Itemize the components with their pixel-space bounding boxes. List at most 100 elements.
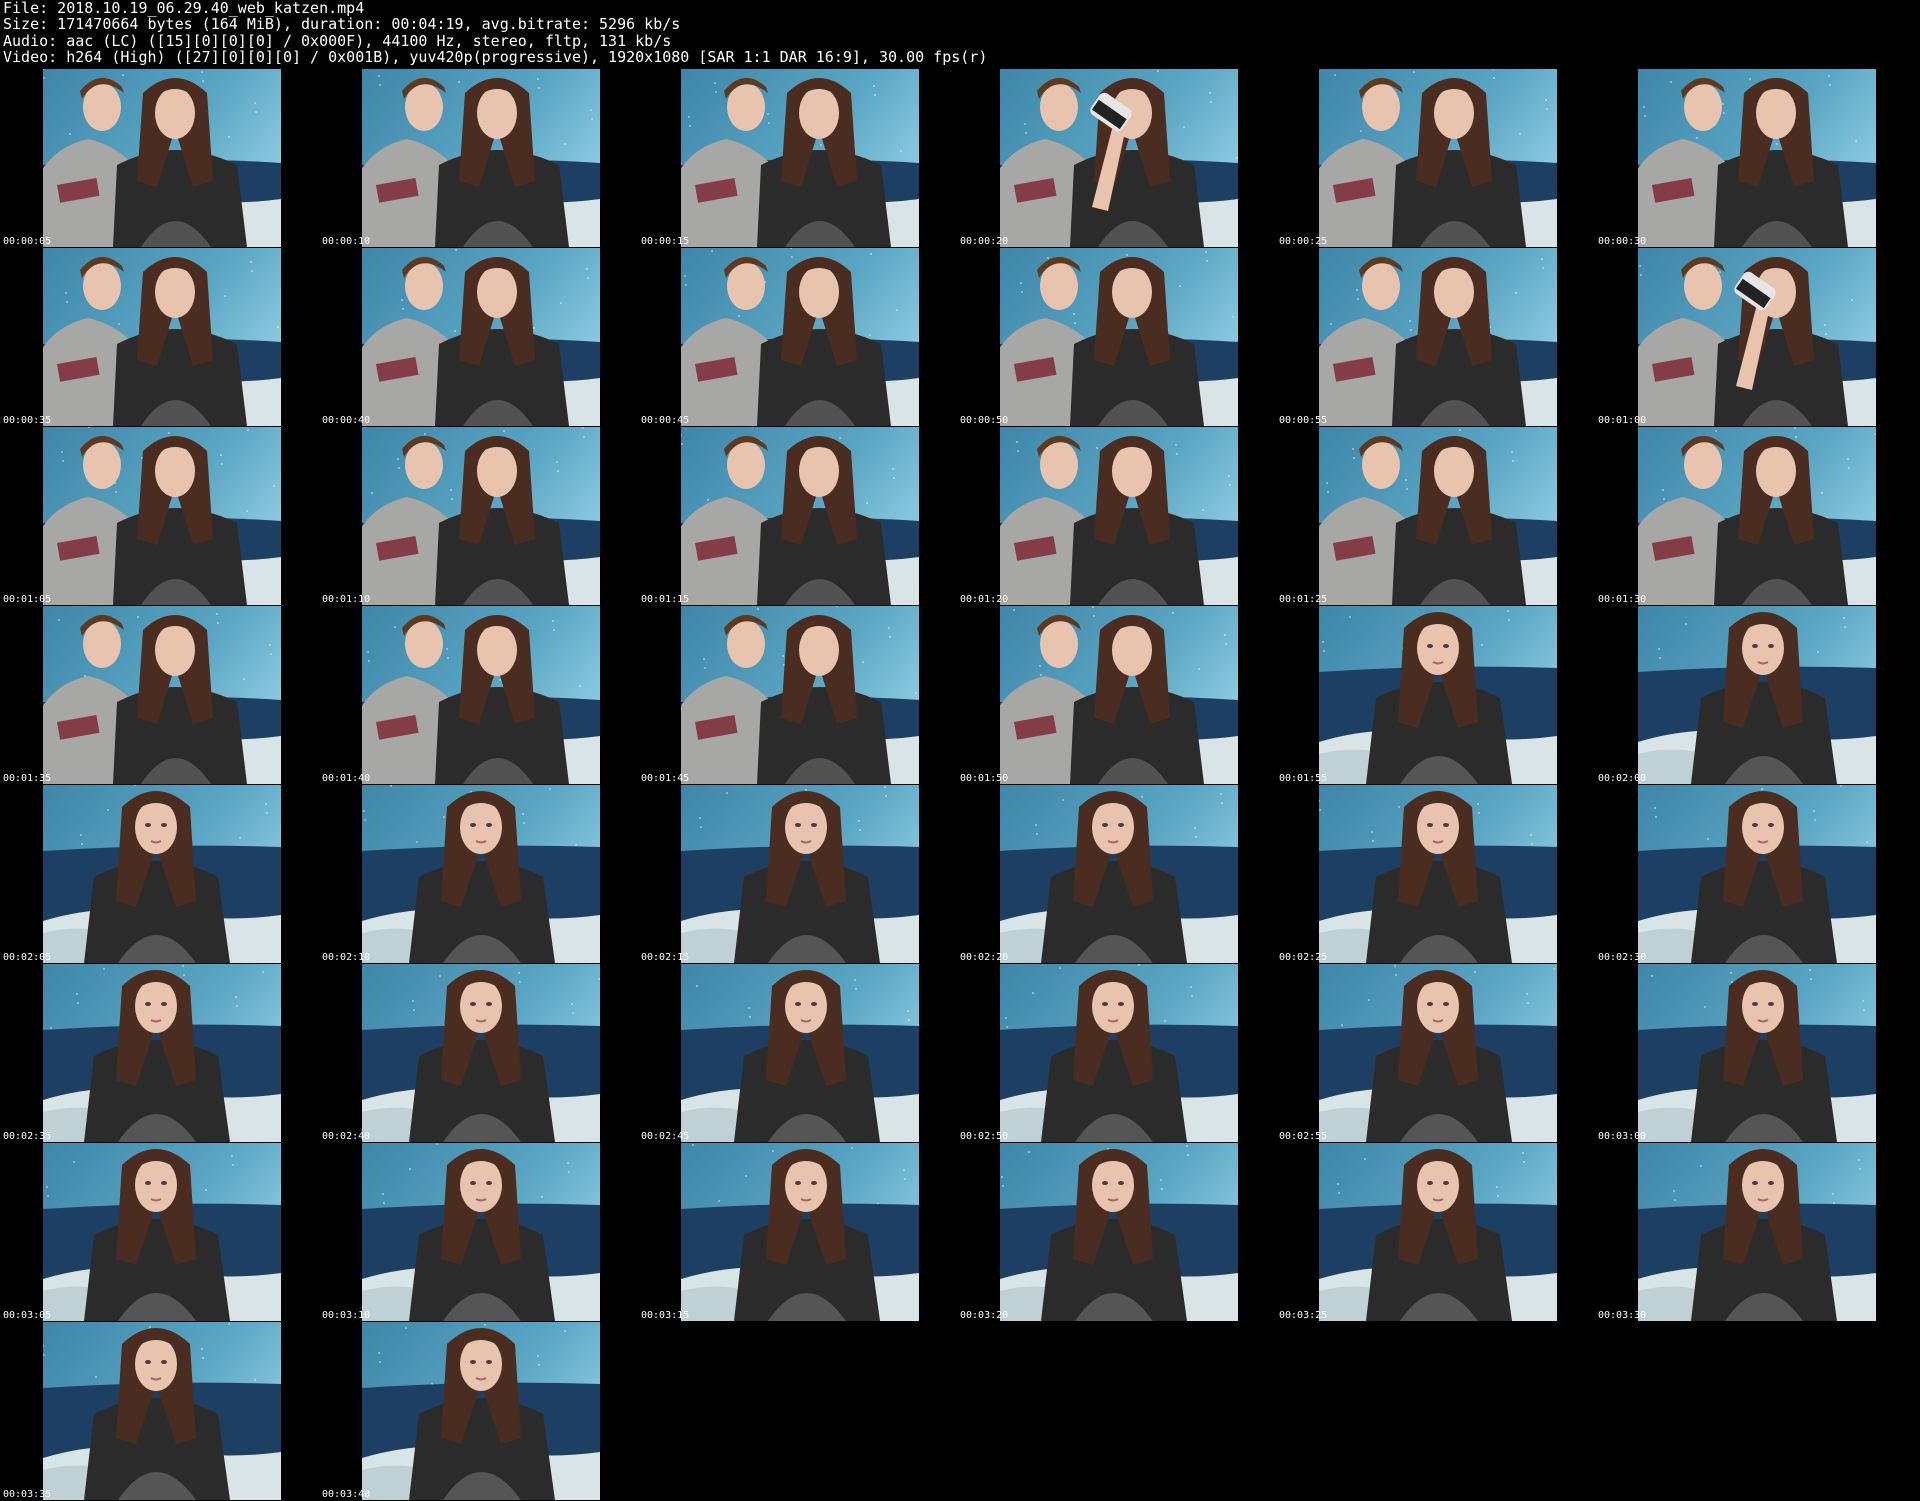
video-frame-thumbnail bbox=[362, 606, 600, 784]
video-frame-thumbnail bbox=[1000, 427, 1238, 605]
frame-timestamp: 00:00:30 bbox=[1598, 236, 1647, 247]
video-frame-thumbnail bbox=[43, 1143, 281, 1321]
thumbnail-tile: 00:03:30 bbox=[1595, 1143, 1914, 1322]
frame-image bbox=[681, 606, 919, 784]
thumbnail-tile: 00:01:45 bbox=[638, 606, 957, 785]
thumbnail-tile: 00:01:00 bbox=[1595, 248, 1914, 427]
video-frame-thumbnail bbox=[43, 248, 281, 426]
frame-image bbox=[1638, 69, 1876, 247]
video-frame-thumbnail bbox=[1638, 606, 1876, 784]
frame-timestamp: 00:03:25 bbox=[1279, 1310, 1328, 1321]
thumbnail-tile: 00:00:35 bbox=[0, 248, 319, 427]
video-frame-thumbnail bbox=[43, 964, 281, 1142]
frame-timestamp: 00:02:40 bbox=[322, 1131, 371, 1142]
frame-timestamp: 00:02:20 bbox=[960, 952, 1009, 963]
frame-timestamp: 00:00:40 bbox=[322, 415, 371, 426]
frame-image bbox=[1638, 785, 1876, 963]
frame-timestamp: 00:01:45 bbox=[641, 773, 690, 784]
frame-timestamp: 00:00:45 bbox=[641, 415, 690, 426]
thumbnail-tile: 00:02:30 bbox=[1595, 785, 1914, 964]
frame-timestamp: 00:02:55 bbox=[1279, 1131, 1328, 1142]
frame-timestamp: 00:02:50 bbox=[960, 1131, 1009, 1142]
thumbnail-tile: 00:01:40 bbox=[319, 606, 638, 785]
frame-image bbox=[362, 248, 600, 426]
video-frame-thumbnail bbox=[681, 964, 919, 1142]
thumbnail-tile: 00:00:25 bbox=[1276, 69, 1595, 248]
frame-timestamp: 00:02:05 bbox=[3, 952, 52, 963]
video-frame-thumbnail bbox=[1319, 606, 1557, 784]
thumbnail-tile: 00:00:45 bbox=[638, 248, 957, 427]
frame-image bbox=[1319, 606, 1557, 784]
frame-timestamp: 00:03:20 bbox=[960, 1310, 1009, 1321]
thumbnail-tile: 00:03:20 bbox=[957, 1143, 1276, 1322]
frame-image bbox=[681, 785, 919, 963]
frame-timestamp: 00:03:40 bbox=[322, 1489, 371, 1500]
frame-image bbox=[681, 1143, 919, 1321]
frame-timestamp: 00:01:25 bbox=[1279, 594, 1328, 605]
thumbnail-tile: 00:00:55 bbox=[1276, 248, 1595, 427]
thumbnail-tile: 00:02:10 bbox=[319, 785, 638, 964]
video-frame-thumbnail bbox=[1319, 427, 1557, 605]
frame-timestamp: 00:02:45 bbox=[641, 1131, 690, 1142]
video-frame-thumbnail bbox=[362, 964, 600, 1142]
thumbnail-tile: 00:00:20 bbox=[957, 69, 1276, 248]
thumbnail-tile: 00:01:15 bbox=[638, 427, 957, 606]
frame-image bbox=[362, 427, 600, 605]
video-frame-thumbnail bbox=[1319, 964, 1557, 1142]
video-frame-thumbnail bbox=[1319, 785, 1557, 963]
frame-timestamp: 00:00:50 bbox=[960, 415, 1009, 426]
video-frame-thumbnail bbox=[1000, 248, 1238, 426]
video-frame-thumbnail bbox=[43, 427, 281, 605]
frame-image bbox=[43, 69, 281, 247]
frame-image bbox=[1638, 606, 1876, 784]
frame-timestamp: 00:02:00 bbox=[1598, 773, 1647, 784]
video-frame-thumbnail bbox=[1319, 69, 1557, 247]
thumbnail-tile: 00:00:30 bbox=[1595, 69, 1914, 248]
frame-image bbox=[1000, 964, 1238, 1142]
video-frame-thumbnail bbox=[1638, 964, 1876, 1142]
video-frame-thumbnail bbox=[1638, 785, 1876, 963]
frame-image bbox=[362, 1143, 600, 1321]
frame-image bbox=[1000, 248, 1238, 426]
frame-timestamp: 00:01:50 bbox=[960, 773, 1009, 784]
thumbnail-tile: 00:01:55 bbox=[1276, 606, 1595, 785]
frame-timestamp: 00:00:35 bbox=[3, 415, 52, 426]
frame-image bbox=[681, 427, 919, 605]
video-frame-thumbnail bbox=[1638, 427, 1876, 605]
thumbnail-tile: 00:03:25 bbox=[1276, 1143, 1595, 1322]
video-frame-thumbnail bbox=[681, 427, 919, 605]
contact-sheet: File: 2018.10.19_06.29.40_web_katzen.mp4… bbox=[0, 0, 1920, 1501]
frame-timestamp: 00:01:55 bbox=[1279, 773, 1328, 784]
frame-image bbox=[362, 606, 600, 784]
frame-timestamp: 00:00:55 bbox=[1279, 415, 1328, 426]
thumbnail-tile: 00:03:05 bbox=[0, 1143, 319, 1322]
video-frame-thumbnail bbox=[1000, 785, 1238, 963]
video-frame-thumbnail bbox=[362, 1143, 600, 1321]
thumbnail-tile: 00:02:35 bbox=[0, 964, 319, 1143]
frame-timestamp: 00:03:05 bbox=[3, 1310, 52, 1321]
thumbnail-grid: 00:00:05 00:00:10 00:00:15 00:00:20 00:0… bbox=[0, 0, 1920, 1501]
video-frame-thumbnail bbox=[681, 606, 919, 784]
thumbnail-tile: 00:03:35 bbox=[0, 1322, 319, 1501]
thumbnail-tile: 00:00:40 bbox=[319, 248, 638, 427]
thumbnail-tile: 00:02:05 bbox=[0, 785, 319, 964]
video-frame-thumbnail bbox=[1000, 964, 1238, 1142]
thumbnail-tile: 00:03:00 bbox=[1595, 964, 1914, 1143]
frame-timestamp: 00:03:00 bbox=[1598, 1131, 1647, 1142]
thumbnail-tile: 00:02:20 bbox=[957, 785, 1276, 964]
frame-image bbox=[1638, 1143, 1876, 1321]
frame-timestamp: 00:00:05 bbox=[3, 236, 52, 247]
frame-image bbox=[43, 964, 281, 1142]
frame-image bbox=[1319, 1143, 1557, 1321]
thumbnail-tile: 00:00:10 bbox=[319, 69, 638, 248]
frame-image bbox=[1319, 69, 1557, 247]
frame-image bbox=[43, 1322, 281, 1500]
frame-timestamp: 00:01:35 bbox=[3, 773, 52, 784]
thumbnail-tile: 00:03:15 bbox=[638, 1143, 957, 1322]
frame-image bbox=[1319, 248, 1557, 426]
thumbnail-tile: 00:01:05 bbox=[0, 427, 319, 606]
frame-timestamp: 00:01:20 bbox=[960, 594, 1009, 605]
frame-timestamp: 00:01:15 bbox=[641, 594, 690, 605]
thumbnail-tile: 00:02:55 bbox=[1276, 964, 1595, 1143]
frame-image bbox=[1638, 248, 1876, 426]
